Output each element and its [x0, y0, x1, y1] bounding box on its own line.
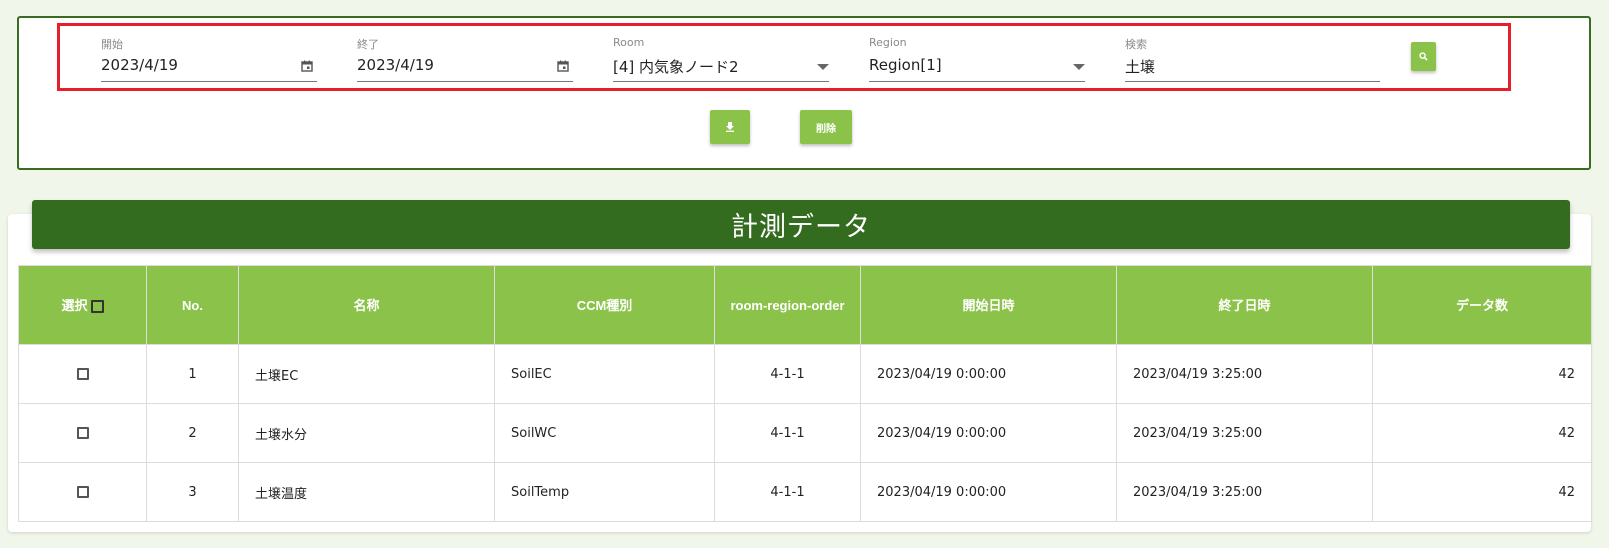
- row-start-time: 2023/04/19 0:00:00: [860, 344, 1117, 404]
- row-no: 3: [146, 462, 239, 522]
- table-row: 3 土壌温度 SoilTemp 4-1-1 2023/04/19 0:00:00…: [18, 462, 1592, 522]
- region-value[interactable]: Region[1]: [869, 56, 942, 74]
- row-checkbox[interactable]: [76, 368, 89, 380]
- row-data-count: 42: [1372, 344, 1592, 404]
- header-room-region-order: room-region-order: [714, 265, 861, 345]
- header-start-time: 開始日時: [860, 265, 1117, 345]
- region-select[interactable]: Region Region[1]: [869, 36, 1085, 84]
- row-start-time: 2023/04/19 0:00:00: [860, 462, 1117, 522]
- search-button[interactable]: [1411, 42, 1436, 71]
- search-input[interactable]: 土壌: [1125, 56, 1155, 77]
- search-field[interactable]: 検索 土壌: [1125, 36, 1380, 84]
- row-select-cell: [18, 403, 147, 463]
- row-no: 2: [146, 403, 239, 463]
- end-date-label: 終了: [357, 38, 379, 51]
- row-data-count: 42: [1372, 403, 1592, 463]
- calendar-icon[interactable]: [557, 60, 569, 72]
- table-row: 2 土壌水分 SoilWC 4-1-1 2023/04/19 0:00:00 2…: [18, 403, 1592, 463]
- start-date-label: 開始: [101, 38, 123, 51]
- row-name: 土壌水分: [238, 403, 495, 463]
- row-ccm-type: SoilWC: [494, 403, 715, 463]
- row-data-count: 42: [1372, 462, 1592, 522]
- region-underline: [869, 81, 1085, 82]
- table-row: 1 土壌EC SoilEC 4-1-1 2023/04/19 0:00:00 2…: [18, 344, 1592, 404]
- row-select-cell: [18, 344, 147, 404]
- calendar-icon[interactable]: [301, 60, 313, 72]
- chevron-down-icon[interactable]: [817, 64, 829, 70]
- search-label: 検索: [1125, 38, 1147, 51]
- start-date-underline: [101, 81, 317, 82]
- filter-panel: 開始 2023/4/19 終了 2023/4/19 Room [4] 内気象ノー…: [17, 16, 1591, 170]
- table-header-row: 選択 No. 名称 CCM種別 room-region-order 開始日時 終…: [18, 265, 1592, 345]
- start-date-value[interactable]: 2023/4/19: [101, 56, 178, 74]
- chevron-down-icon[interactable]: [1073, 64, 1085, 70]
- end-date-field[interactable]: 終了 2023/4/19: [357, 36, 573, 84]
- row-room-region-order: 4-1-1: [714, 344, 861, 404]
- region-label: Region: [869, 36, 907, 49]
- row-start-time: 2023/04/19 0:00:00: [860, 403, 1117, 463]
- room-underline: [613, 81, 829, 82]
- header-data-count: データ数: [1372, 265, 1592, 345]
- download-icon: [726, 122, 734, 132]
- section-title: 計測データ: [32, 200, 1570, 249]
- row-select-cell: [18, 462, 147, 522]
- room-select[interactable]: Room [4] 内気象ノード2: [613, 36, 829, 84]
- download-button[interactable]: [710, 110, 750, 144]
- room-label: Room: [613, 36, 645, 49]
- row-end-time: 2023/04/19 3:25:00: [1116, 344, 1373, 404]
- row-end-time: 2023/04/19 3:25:00: [1116, 462, 1373, 522]
- row-room-region-order: 4-1-1: [714, 403, 861, 463]
- header-name: 名称: [238, 265, 495, 345]
- row-name: 土壌EC: [238, 344, 495, 404]
- end-date-underline: [357, 81, 573, 82]
- end-date-value[interactable]: 2023/4/19: [357, 56, 434, 74]
- row-no: 1: [146, 344, 239, 404]
- delete-button[interactable]: 削除: [800, 110, 852, 144]
- search-underline: [1125, 81, 1380, 82]
- header-select-label: 選択: [61, 297, 88, 313]
- row-name: 土壌温度: [238, 462, 495, 522]
- header-ccm-type: CCM種別: [494, 265, 715, 345]
- row-checkbox[interactable]: [76, 486, 89, 498]
- data-table: 選択 No. 名称 CCM種別 room-region-order 開始日時 終…: [18, 265, 1592, 522]
- row-room-region-order: 4-1-1: [714, 462, 861, 522]
- header-end-time: 終了日時: [1116, 265, 1373, 345]
- room-value[interactable]: [4] 内気象ノード2: [613, 56, 739, 77]
- header-no: No.: [146, 265, 239, 345]
- row-checkbox[interactable]: [76, 427, 89, 439]
- start-date-field[interactable]: 開始 2023/4/19: [101, 36, 317, 84]
- row-ccm-type: SoilTemp: [494, 462, 715, 522]
- filter-highlight-box: 開始 2023/4/19 終了 2023/4/19 Room [4] 内気象ノー…: [57, 23, 1511, 91]
- row-ccm-type: SoilEC: [494, 344, 715, 404]
- select-all-checkbox[interactable]: [90, 299, 104, 313]
- row-end-time: 2023/04/19 3:25:00: [1116, 403, 1373, 463]
- header-select: 選択: [18, 265, 147, 345]
- search-icon: [1419, 52, 1428, 61]
